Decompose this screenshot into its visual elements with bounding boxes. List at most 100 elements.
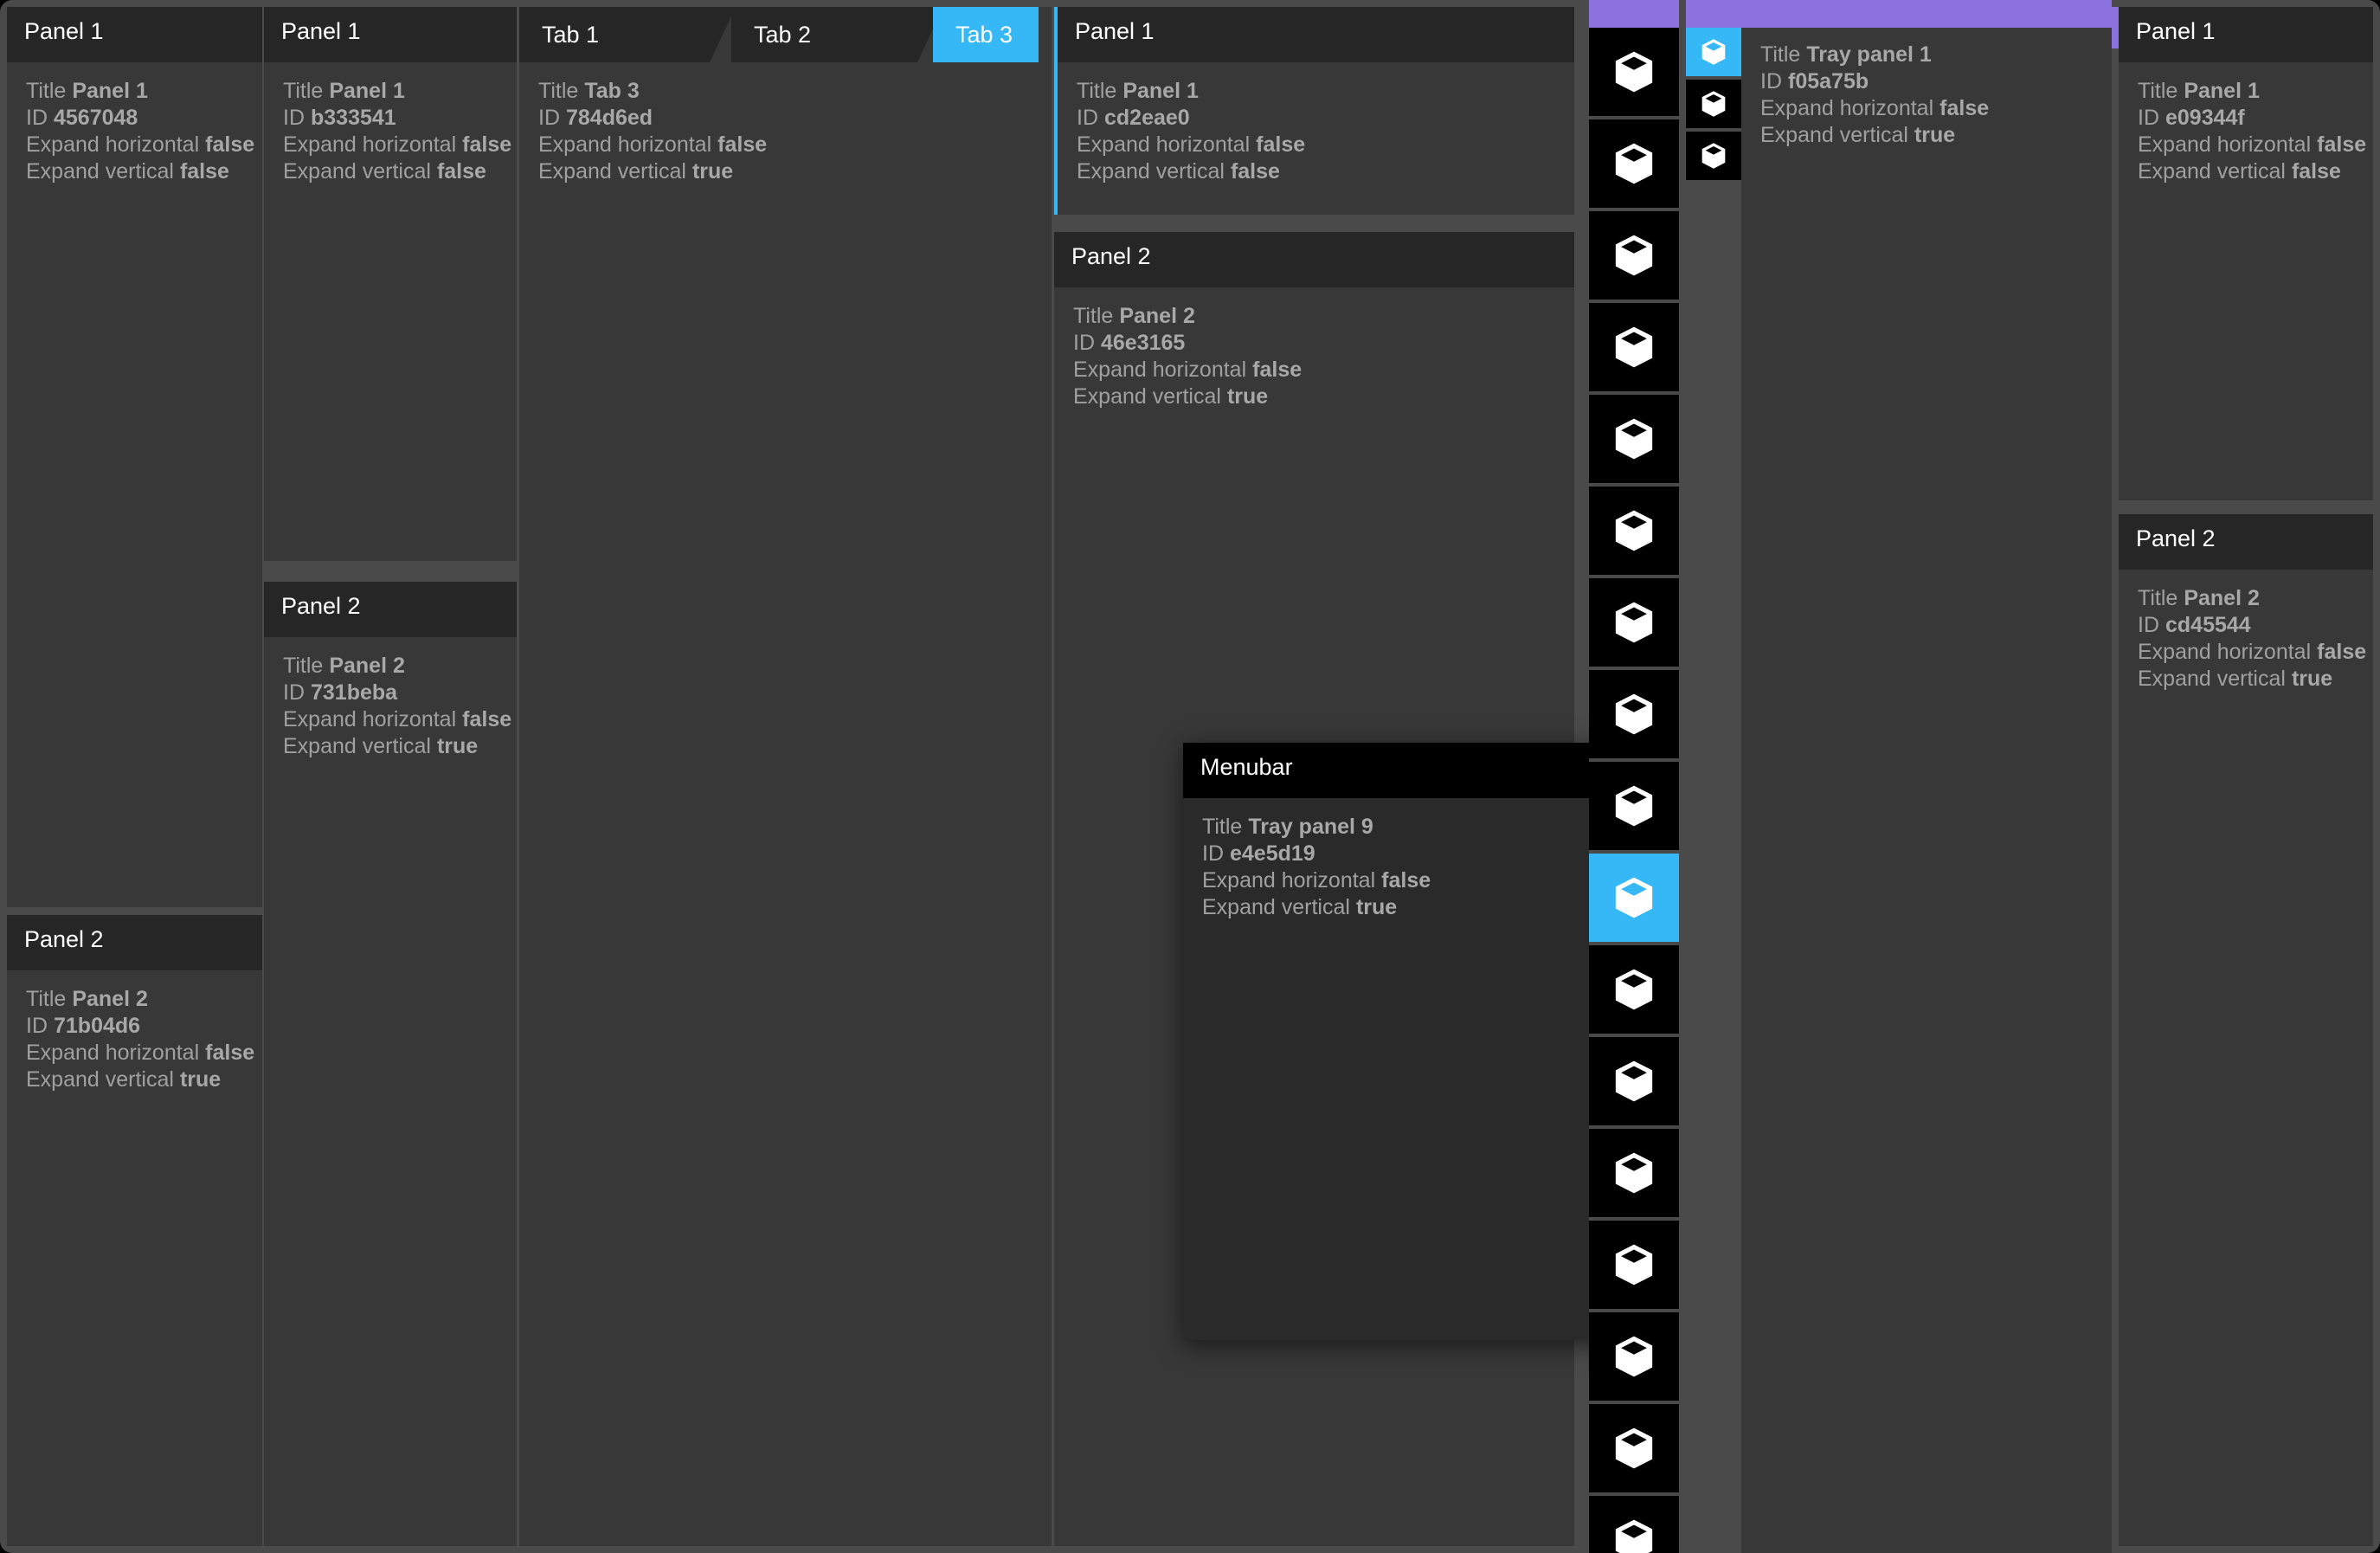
property-expand-horizontal: Expand horizontal false [26,132,254,158]
tray-secondary-item-3[interactable] [1686,132,1741,182]
cube-icon-glyph [1615,1336,1653,1377]
panel-1-col6-header: Panel 1 [2119,7,2373,62]
tray-main-item-13[interactable] [1589,1129,1679,1219]
column-6-accent-bar [2112,7,2119,48]
property-title-value: Panel 1 [2184,79,2260,103]
property-expand-horizontal-value: false [1252,358,1303,382]
property-expand-vertical-value: true [179,1067,222,1092]
tray-panel-1-body: Title Tray panel 1 ID f05a75b Expand horiz… [1741,28,2112,158]
tray-main-item-7[interactable] [1589,578,1679,668]
property-title-value: Panel 1 [1122,79,1199,103]
panel-2-col2-header: Panel 2 [264,582,517,637]
menubar-popup-header: Menubar [1183,743,1619,798]
panel-1-col2-header: Panel 1 [264,7,517,62]
property-title: Title Panel 2 [1073,303,1555,330]
tray-main-item-9[interactable] [1589,762,1679,852]
tray-main-item-15[interactable] [1589,1312,1679,1402]
tab-3[interactable]: Tab 3 [933,7,1039,62]
property-expand-horizontal-label: Expand horizontal [538,132,712,157]
property-title: Title Panel 2 [26,986,243,1013]
cube-icon-glyph [1615,1519,1653,1553]
property-title-value: Tray panel 1 [1806,42,1932,67]
property-expand-horizontal: Expand horizontal false [538,132,1032,158]
property-expand-vertical: Expand vertical true [26,1066,243,1093]
tray-main-item-17[interactable] [1589,1496,1679,1553]
tray-secondary-item-2[interactable] [1686,80,1741,130]
tray-main-item-10[interactable] [1589,854,1679,944]
property-id-value: 71b04d6 [54,1014,141,1038]
tray-main-item-3[interactable] [1589,211,1679,301]
tray-main-item-16[interactable] [1589,1404,1679,1494]
tray-main-item-12[interactable] [1589,1037,1679,1127]
property-expand-vertical-label: Expand vertical [1073,384,1221,409]
property-expand-horizontal: Expand horizontal false [283,132,511,158]
tray-secondary-item-1[interactable] [1686,28,1741,78]
menubar-popup[interactable]: Menubar Title Tray panel 9 ID e4e5d19 Expa… [1183,743,1619,1340]
cube-icon-glyph [1701,91,1726,117]
property-title-label: Title [2138,586,2178,610]
panel-1-col6[interactable]: Panel 1 Title Panel 1 ID e09344f Expand ho… [2119,7,2373,500]
property-id-value: 731beba [311,680,398,705]
tab-2[interactable]: Tab 2 [731,7,943,62]
cube-icon-glyph [1615,51,1653,93]
cube-icon [1611,1058,1657,1105]
property-expand-vertical-label: Expand vertical [2138,159,2286,184]
property-expand-horizontal-value: false [1939,96,1990,120]
cube-icon [1611,783,1657,829]
property-id: ID b333541 [283,105,498,132]
tray-main-item-8[interactable] [1589,670,1679,760]
property-title-value: Tray panel 9 [1248,815,1373,839]
panel-1-col2[interactable]: Panel 1 Title Panel 1 ID b333541 Expand ho… [264,7,517,561]
property-expand-vertical-value: true [1226,384,1269,409]
property-expand-vertical-value: false [1230,159,1280,184]
property-expand-vertical-value: true [1355,895,1398,919]
property-expand-horizontal-label: Expand horizontal [26,132,200,157]
tray-main-item-2[interactable] [1589,119,1679,209]
panel-2-col6-header: Panel 2 [2119,514,2373,570]
property-expand-vertical-value: true [1914,123,1956,147]
property-expand-vertical-label: Expand vertical [283,734,431,758]
property-id-label: ID [538,106,560,130]
panel-2-col2[interactable]: Panel 2 Title Panel 2 ID 731beba Expand ho… [264,582,517,1546]
property-id: ID f05a75b [1760,68,2093,95]
tray-main-item-11[interactable] [1589,945,1679,1035]
property-title-value: Panel 2 [329,654,405,678]
property-expand-horizontal: Expand horizontal false [1202,867,1600,894]
property-expand-vertical-label: Expand vertical [538,159,686,184]
tray-main-item-4[interactable] [1589,303,1679,393]
property-title-label: Title [1760,42,1801,67]
tray-main-item-6[interactable] [1589,487,1679,577]
panel-1-col1-body: Title Panel 1 ID 4567048 Expand horizontal… [7,62,262,194]
tray-main-item-1[interactable] [1589,28,1679,118]
tray-panel-1[interactable]: Title Tray panel 1 ID f05a75b Expand horiz… [1741,28,2112,1553]
property-id-label: ID [1202,841,1224,866]
property-title: Title Tab 3 [538,78,1032,105]
property-title-value: Panel 2 [72,987,148,1011]
property-title: Title Panel 2 [283,653,498,680]
cube-icon-glyph [1615,510,1653,551]
property-id-value: cd2eae0 [1104,106,1190,130]
tab-bar: Tab 1 Tab 2 Tab 3 [519,7,1052,62]
property-title-value: Panel 2 [2184,586,2260,610]
property-expand-horizontal-label: Expand horizontal [2138,132,2312,157]
panel-1-col1[interactable]: Panel 1 Title Panel 1 ID 4567048 Expand ho… [7,7,262,907]
property-expand-vertical: Expand vertical false [2138,158,2354,185]
property-id-value: e09344f [2165,106,2245,130]
panel-2-col6-body: Title Panel 2 ID cd45544 Expand horizontal… [2119,570,2373,701]
property-expand-horizontal-label: Expand horizontal [1202,868,1376,892]
cube-icon [1699,141,1728,171]
tab-1[interactable]: Tab 1 [519,7,736,62]
property-expand-vertical-value: false [2291,159,2341,184]
property-expand-horizontal-label: Expand horizontal [283,132,457,157]
property-title-value: Tab 3 [584,79,640,103]
application-window: Panel 1 Title Panel 1 ID 4567048 Expand ho… [0,0,2380,1553]
property-expand-horizontal: Expand horizontal false [283,706,511,733]
panel-2-col6[interactable]: Panel 2 Title Panel 2 ID cd45544 Expand ho… [2119,514,2373,1546]
property-expand-horizontal: Expand horizontal false [26,1040,254,1066]
property-expand-vertical-value: true [691,159,734,184]
panel-1-col4[interactable]: Panel 1 Title Panel 1 ID cd2eae0 Expand ho… [1058,7,1574,215]
panel-2-col1[interactable]: Panel 2 Title Panel 2 ID 71b04d6 Expand ho… [7,915,262,1546]
property-expand-horizontal-value: false [1256,132,1306,157]
tray-main-item-14[interactable] [1589,1221,1679,1311]
tray-main-item-5[interactable] [1589,395,1679,485]
